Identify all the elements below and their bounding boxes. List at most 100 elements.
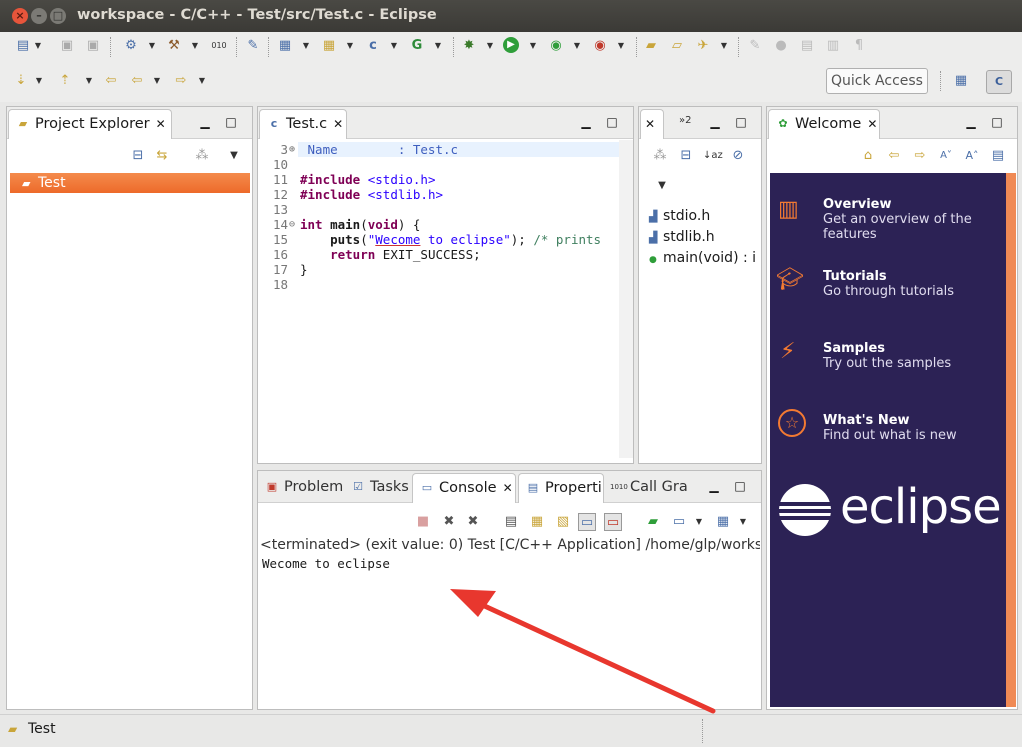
view-menu-icon[interactable]: ▼	[229, 147, 239, 165]
external-tools-dropdown-icon[interactable]: ▼	[616, 37, 626, 55]
coverage-icon[interactable]: ◉	[547, 37, 565, 55]
maximize-icon[interactable]: □	[223, 114, 239, 130]
welcome-whats-new[interactable]: ☆ What's New Find out what is new	[770, 409, 1000, 451]
pin-console-icon[interactable]: ▰	[644, 513, 662, 531]
pin-icon[interactable]: ✎	[244, 37, 262, 55]
word-wrap-icon[interactable]: ▥	[824, 37, 842, 55]
console-output[interactable]: Wecome to eclipse	[262, 556, 390, 571]
previous-annotation-dropdown-icon[interactable]: ▼	[84, 72, 94, 90]
open-console-icon[interactable]: ▦	[714, 513, 732, 531]
maximize-icon[interactable]: □	[989, 114, 1005, 130]
back-icon[interactable]: ⇦	[885, 147, 903, 165]
maximize-icon[interactable]: □	[733, 114, 749, 130]
scroll-lock-icon[interactable]: ▦	[528, 513, 546, 531]
close-tab-icon[interactable]: ✕	[645, 110, 655, 138]
next-annotation-icon[interactable]: ⇣	[12, 72, 30, 90]
new-icon[interactable]: ▤	[14, 37, 32, 55]
back-icon[interactable]: ⇦	[128, 72, 146, 90]
code-area[interactable]: 3 ⊕ Name : Test.c 10 11 #include <stdio.h>…	[258, 140, 620, 458]
cpp-perspective-button[interactable]: C	[986, 70, 1012, 94]
close-tab-icon[interactable]: ✕	[333, 110, 343, 138]
save-all-icon[interactable]: ▣	[84, 37, 102, 55]
maximize-icon[interactable]: □	[732, 478, 748, 494]
minimize-icon[interactable]: ▁	[707, 114, 723, 130]
remove-launch-icon[interactable]: ✖	[440, 513, 458, 531]
outline-item[interactable]: ▟ stdio.h	[649, 206, 710, 226]
run-dropdown-icon[interactable]: ▼	[528, 37, 538, 55]
annotation-icon[interactable]: ●	[772, 37, 790, 55]
outline-item[interactable]: ● main(void) : i	[649, 248, 756, 268]
tab-call-graph[interactable]: 1010 Call Gra	[604, 473, 688, 503]
collapse-all-icon[interactable]: ⊟	[129, 147, 147, 165]
maximize-window-button[interactable]: □	[50, 8, 66, 24]
show-on-stdout-icon[interactable]: ▭	[578, 513, 596, 531]
welcome-overview[interactable]: ▥ Overview Get an overview of the featur…	[770, 195, 1000, 245]
tab-properties[interactable]: ▤ Properti	[518, 473, 604, 503]
tab-outline[interactable]: ✕	[640, 109, 664, 139]
tab-problems[interactable]: ▣ Problem	[258, 473, 346, 503]
outline-item[interactable]: ▟ stdlib.h	[649, 227, 715, 247]
close-window-button[interactable]: ×	[12, 8, 28, 24]
tree-item-test[interactable]: ▰ Test	[10, 173, 250, 193]
back-dropdown-icon[interactable]: ▼	[152, 72, 162, 90]
close-tab-icon[interactable]: ✕	[867, 110, 877, 138]
new-source-file-icon[interactable]: c	[364, 37, 382, 55]
new-project-dropdown-icon[interactable]: ▼	[301, 37, 311, 55]
forward-icon[interactable]: ⇨	[172, 72, 190, 90]
open-element-icon[interactable]: ▱	[668, 37, 686, 55]
new-source-dropdown-icon[interactable]: ▼	[389, 37, 399, 55]
collapse-all-icon[interactable]: ⊟	[677, 147, 695, 165]
close-tab-icon[interactable]: ✕	[156, 110, 166, 138]
run-icon[interactable]: ▶	[503, 37, 519, 53]
maximize-icon[interactable]: □	[604, 114, 620, 130]
filter-icon[interactable]: ⁂	[193, 147, 211, 165]
new-dropdown-icon[interactable]: ▼	[33, 37, 43, 55]
forward-icon[interactable]: ⇨	[911, 147, 929, 165]
new-class-dropdown-icon[interactable]: ▼	[433, 37, 443, 55]
debug-bug-icon[interactable]: ✸	[460, 37, 478, 55]
display-console-icon[interactable]: ▭	[670, 513, 688, 531]
block-selection-icon[interactable]: ▤	[798, 37, 816, 55]
welcome-samples[interactable]: ⚡ Samples Try out the samples	[770, 339, 1000, 379]
customize-page-icon[interactable]: ▤	[989, 147, 1007, 165]
show-on-stderr-icon[interactable]: ▭	[604, 513, 622, 531]
hide-fields-icon[interactable]: ⁂	[651, 147, 669, 165]
build-dropdown-icon[interactable]: ▼	[190, 37, 200, 55]
open-console-dropdown-icon[interactable]: ▼	[738, 513, 748, 531]
open-type-icon[interactable]: ▰	[642, 37, 660, 55]
coverage-dropdown-icon[interactable]: ▼	[572, 37, 582, 55]
welcome-tutorials[interactable]: 🎓︎ Tutorials Go through tutorials	[770, 267, 1000, 307]
minimize-icon[interactable]: ▁	[963, 114, 979, 130]
editor-vertical-scrollbar[interactable]	[619, 140, 633, 458]
search-icon[interactable]: ✈	[694, 37, 712, 55]
clear-console-icon[interactable]: ▤	[502, 513, 520, 531]
previous-annotation-icon[interactable]: ⇡	[56, 72, 74, 90]
new-folder-icon[interactable]: ▦	[320, 37, 338, 55]
welcome-scroll-edge[interactable]	[1006, 173, 1016, 707]
build-hammer-icon[interactable]: ⚒	[165, 37, 183, 55]
new-class-icon[interactable]: G	[408, 37, 426, 55]
display-console-dropdown-icon[interactable]: ▼	[694, 513, 704, 531]
manage-build-icon[interactable]: ⚙	[122, 37, 140, 55]
close-tab-icon[interactable]: ✕	[503, 474, 513, 502]
enlarge-text-icon[interactable]: A˄	[963, 147, 981, 165]
tab-console[interactable]: ▭ Console ✕	[412, 473, 516, 503]
binary-icon[interactable]: 010	[210, 37, 228, 55]
minimize-window-button[interactable]: –	[31, 8, 47, 24]
sort-icon[interactable]: ↓az	[703, 147, 723, 165]
fold-collapse-icon[interactable]: ⊖	[289, 217, 295, 232]
next-annotation-dropdown-icon[interactable]: ▼	[34, 72, 44, 90]
tab-overflow[interactable]: »2	[679, 115, 691, 126]
word-wrap-icon[interactable]: ▧	[554, 513, 572, 531]
external-tools-icon[interactable]: ◉	[591, 37, 609, 55]
search-dropdown-icon[interactable]: ▼	[719, 37, 729, 55]
tab-tasks[interactable]: ☑ Tasks	[344, 473, 414, 503]
new-project-icon[interactable]: ▦	[276, 37, 294, 55]
debug-dropdown-icon[interactable]: ▼	[485, 37, 495, 55]
fold-expand-icon[interactable]: ⊕	[289, 142, 295, 157]
show-whitespace-icon[interactable]: ¶	[850, 37, 868, 55]
tab-project-explorer[interactable]: ▰ Project Explorer ✕	[8, 109, 172, 139]
minimize-icon[interactable]: ▁	[578, 114, 594, 130]
open-perspective-icon[interactable]: ▦	[952, 72, 970, 90]
highlight-icon[interactable]: ✎	[746, 37, 764, 55]
